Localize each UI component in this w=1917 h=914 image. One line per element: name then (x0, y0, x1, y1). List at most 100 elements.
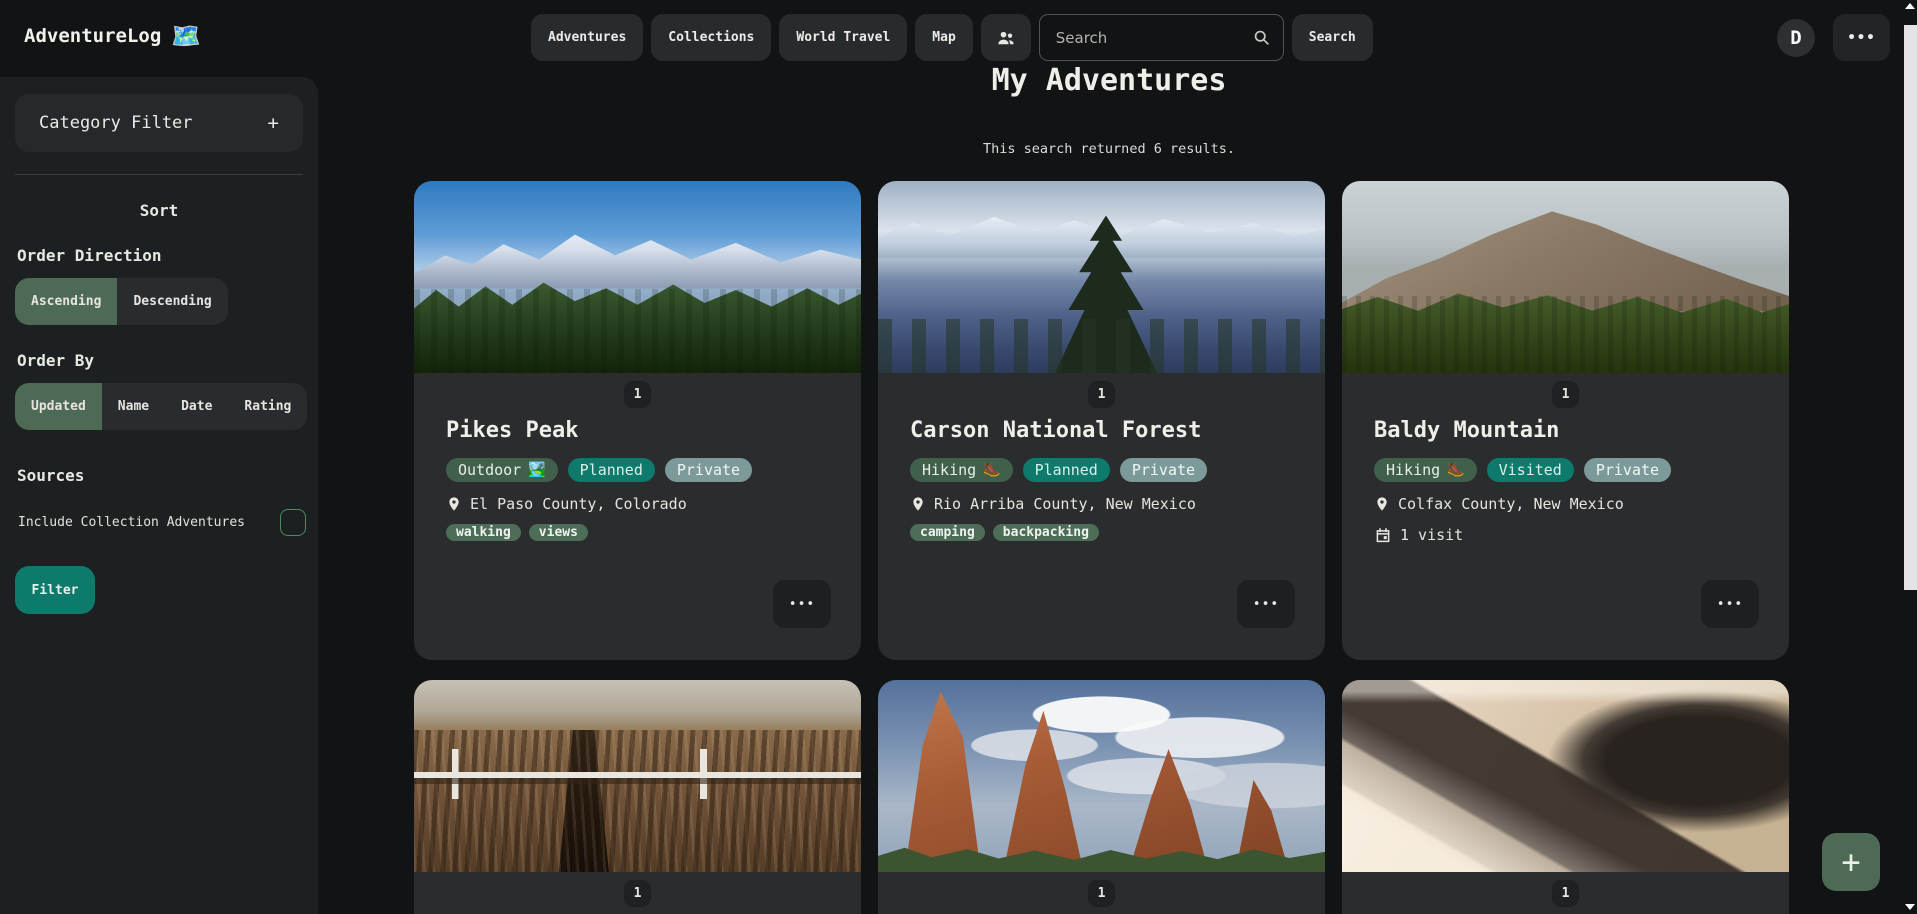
adventure-card: 1 Pikes Peak Outdoor 🏞️ Planned Private … (414, 181, 861, 660)
map-emoji-icon: 🗺️ (171, 22, 201, 50)
nav-world-travel[interactable]: World Travel (779, 14, 907, 61)
nav-map[interactable]: Map (915, 14, 972, 61)
nav-adventures[interactable]: Adventures (531, 14, 643, 61)
card-body: Baldy Mountain Hiking 🥾 Visited Private … (1342, 418, 1789, 544)
privacy-badge: Private (665, 458, 752, 482)
order-direction-ascending[interactable]: Ascending (15, 278, 117, 325)
order-by-segments: UpdatedNameDateRating (15, 383, 307, 430)
category-filter-toggle[interactable]: Category Filter + (15, 94, 303, 152)
location-row: El Paso County, Colorado (446, 495, 829, 513)
adventure-photo[interactable] (878, 181, 1325, 373)
category-filter-label: Category Filter (39, 113, 193, 133)
location-text: Rio Arriba County, New Mexico (934, 495, 1196, 513)
search-field (1039, 14, 1284, 61)
search-button[interactable]: Search (1292, 14, 1373, 61)
image-count-badge: 1 (1088, 381, 1115, 408)
visit-row: 1 visit (1374, 526, 1757, 544)
photo-layer (1342, 181, 1789, 373)
add-adventure-button[interactable]: + (1822, 833, 1880, 891)
include-collection-row: Include Collection Adventures (18, 509, 306, 536)
adventure-photo[interactable] (1342, 181, 1789, 373)
image-count-badge: 1 (624, 381, 651, 408)
category-label: Hiking (922, 461, 976, 479)
category-emoji-icon: 🥾 (983, 462, 1000, 478)
location-text: Colfax County, New Mexico (1398, 495, 1624, 513)
include-collection-label: Include Collection Adventures (18, 515, 245, 530)
location-pin-icon (446, 496, 462, 512)
card-body: Pikes Peak Outdoor 🏞️ Planned Private El… (414, 418, 861, 541)
tag-badge: backpacking (993, 524, 1099, 541)
expand-icon: + (268, 112, 279, 134)
adventure-card: 1 Baldy Mountain Hiking 🥾 Visited Privat… (1342, 181, 1789, 660)
nav-links: AdventuresCollectionsWorld TravelMap (531, 14, 973, 61)
order-direction-segments: AscendingDescending (15, 278, 228, 325)
tag-badge: walking (446, 524, 521, 541)
results-count: This search returned 6 results. (318, 141, 1900, 157)
avatar[interactable]: D (1777, 19, 1815, 57)
adventure-card: 1 (414, 680, 861, 914)
order-by-updated[interactable]: Updated (15, 383, 102, 430)
divider (15, 174, 303, 175)
search-input[interactable] (1039, 14, 1284, 61)
badge-row: Outdoor 🏞️ Planned Private (446, 458, 829, 482)
order-direction-label: Order Direction (17, 246, 318, 265)
location-text: El Paso County, Colorado (470, 495, 687, 513)
app-title: AdventureLog (24, 25, 161, 47)
nav-collections[interactable]: Collections (651, 14, 771, 61)
adventure-card: 1 (878, 680, 1325, 914)
order-direction-descending[interactable]: Descending (117, 278, 227, 325)
privacy-badge: Private (1120, 458, 1207, 482)
location-row: Rio Arriba County, New Mexico (910, 495, 1293, 513)
visit-count-text: 1 visit (1400, 526, 1463, 544)
more-menu-button[interactable]: ••• (1833, 14, 1890, 61)
order-by-rating[interactable]: Rating (228, 383, 307, 430)
order-by-name[interactable]: Name (102, 383, 165, 430)
category-badge: Hiking 🥾 (1374, 458, 1477, 482)
image-count-badge: 1 (624, 880, 651, 907)
status-badge: Planned (1023, 458, 1110, 482)
tag-badge: camping (910, 524, 985, 541)
adventure-card: 1 (1342, 680, 1789, 914)
scrollbar-thumb[interactable] (1904, 25, 1917, 590)
adventure-title[interactable]: Baldy Mountain (1374, 418, 1757, 443)
image-count-badge: 1 (1552, 381, 1579, 408)
page-title: My Adventures (318, 63, 1900, 98)
badge-row: Hiking 🥾 Visited Private (1374, 458, 1757, 482)
status-badge: Planned (568, 458, 655, 482)
users-button[interactable] (981, 14, 1031, 61)
scroll-up-arrow[interactable] (1905, 3, 1915, 9)
adventure-title[interactable]: Carson National Forest (910, 418, 1293, 443)
order-by-date[interactable]: Date (165, 383, 228, 430)
adventure-photo[interactable] (414, 181, 861, 373)
status-badge: Visited (1487, 458, 1574, 482)
adventure-photo[interactable] (1342, 680, 1789, 872)
adventure-photo[interactable] (414, 680, 861, 872)
privacy-badge: Private (1584, 458, 1671, 482)
category-emoji-icon: 🥾 (1447, 462, 1464, 478)
scrollbar[interactable] (1903, 0, 1917, 914)
order-by-label: Order By (17, 351, 318, 370)
adventure-grid: 1 Pikes Peak Outdoor 🏞️ Planned Private … (414, 181, 1789, 914)
card-more-button[interactable]: ••• (773, 580, 831, 628)
filter-button[interactable]: Filter (15, 566, 95, 614)
adventure-card: 1 Carson National Forest Hiking 🥾 Planne… (878, 181, 1325, 660)
include-collection-checkbox[interactable] (280, 509, 306, 536)
badge-row: Hiking 🥾 Planned Private (910, 458, 1293, 482)
location-row: Colfax County, New Mexico (1374, 495, 1757, 513)
adventure-title[interactable]: Pikes Peak (446, 418, 829, 443)
app-logo[interactable]: AdventureLog 🗺️ (24, 22, 201, 50)
card-more-button[interactable]: ••• (1701, 580, 1759, 628)
card-body: Carson National Forest Hiking 🥾 Planned … (878, 418, 1325, 541)
tags-row: walking views (446, 524, 829, 541)
scroll-down-arrow[interactable] (1905, 904, 1915, 910)
sources-title: Sources (17, 466, 318, 485)
nav-right: D ••• (1777, 14, 1890, 61)
calendar-icon (1374, 526, 1392, 544)
category-label: Hiking (1386, 461, 1440, 479)
category-badge: Outdoor 🏞️ (446, 458, 558, 482)
card-more-button[interactable]: ••• (1237, 580, 1295, 628)
tag-badge: views (529, 524, 588, 541)
adventure-photo[interactable] (878, 680, 1325, 872)
search-icon (1253, 29, 1270, 46)
category-emoji-icon: 🏞️ (528, 462, 545, 478)
